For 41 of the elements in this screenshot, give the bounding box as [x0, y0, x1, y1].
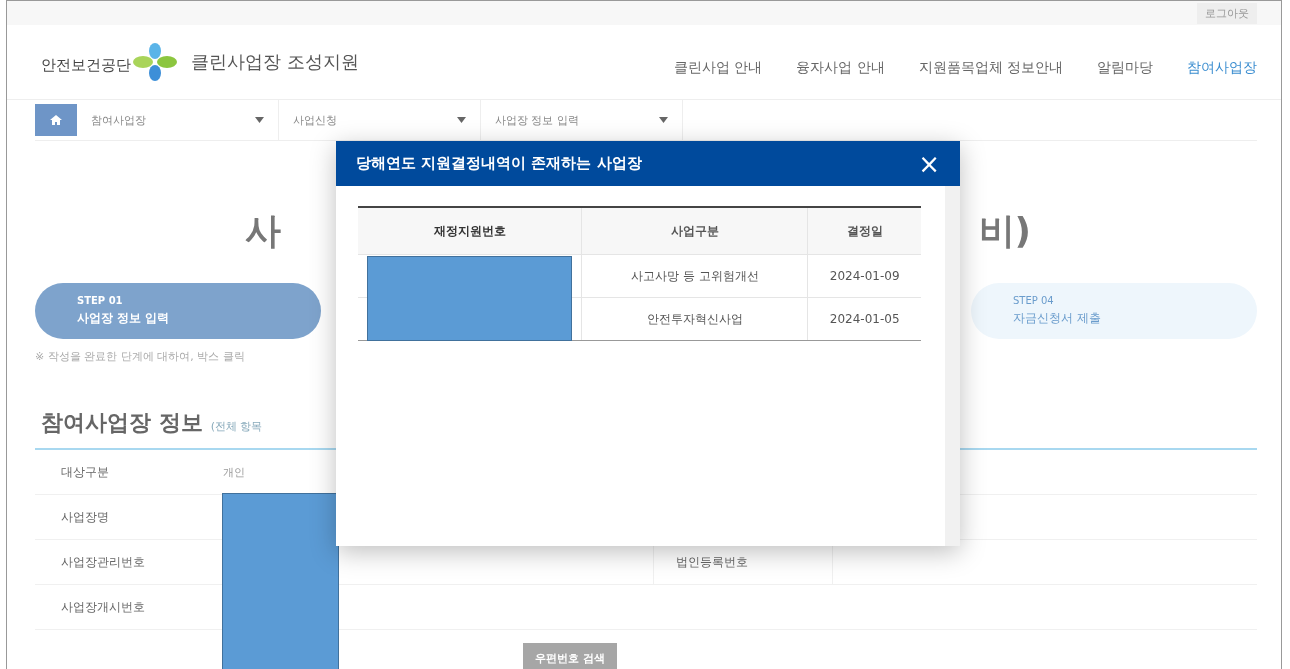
caret-icon — [659, 117, 668, 123]
scrollbar[interactable] — [945, 186, 960, 546]
column-header: 결정일 — [807, 208, 921, 254]
form-label: 사업장명 — [60, 508, 110, 526]
close-button[interactable]: × — [914, 150, 944, 177]
step-pill[interactable]: STEP 04 자금신청서 제출 — [971, 283, 1257, 339]
nav-link[interactable]: 지원품목업체 정보안내 — [918, 59, 1063, 77]
caret-icon — [457, 117, 466, 123]
cross-logo-icon — [133, 42, 177, 82]
table-cell: 2024-01-09 — [807, 255, 921, 297]
nav-link[interactable]: 참여사업장 — [1187, 59, 1257, 77]
section-hint: (전체 항목 — [210, 419, 263, 434]
nav-link[interactable]: 알림마당 — [1097, 59, 1153, 77]
section-title: 참여사업장 정보 — [41, 409, 203, 437]
table-cell: 안전투자혁신사업 — [581, 298, 808, 340]
page-title: 비) — [978, 209, 1031, 253]
column-header: 사업구분 — [581, 208, 808, 254]
site-title: 클린사업장 조성지원 — [191, 50, 359, 74]
caret-icon — [255, 117, 264, 123]
step-number: STEP 01 — [77, 295, 124, 306]
note-text: ※ 작성을 완료한 단계에 대하여, 박스 클릭 — [35, 349, 246, 364]
zip-search-button[interactable]: 우편번호 검색 — [523, 643, 617, 669]
column-header: 재정지원번호 — [432, 222, 507, 240]
table-cell: 사고사망 등 고위험개선 — [581, 255, 808, 297]
modal-title: 당해연도 지원결정내역이 존재하는 사업장 — [356, 154, 642, 173]
step-label: 사업장 정보 입력 — [77, 310, 171, 327]
step-number: STEP 04 — [1013, 295, 1055, 306]
nav-link[interactable]: 융자사업 안내 — [796, 59, 885, 77]
table-cell: 2024-01-05 — [807, 298, 921, 340]
logout-button[interactable]: 로그아웃 — [1197, 2, 1257, 24]
step-pill[interactable]: STEP 01 사업장 정보 입력 — [35, 283, 321, 339]
form-label: 사업장관리번호 — [60, 553, 146, 571]
page-title: 사 — [245, 209, 281, 253]
nav-link[interactable]: 클린사업 안내 — [673, 59, 763, 77]
org-name: 안전보건공단 — [41, 54, 131, 75]
form-label: 대상구분 — [60, 463, 110, 481]
home-icon — [50, 115, 62, 125]
home-button[interactable] — [35, 104, 77, 136]
form-label: 사업장개시번호 — [60, 598, 146, 616]
step-label: 자금신청서 제출 — [1013, 310, 1102, 327]
form-value: 개인 — [223, 465, 245, 479]
